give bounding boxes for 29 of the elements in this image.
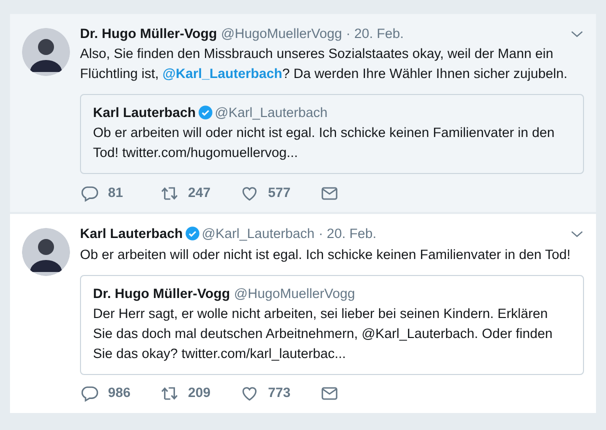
user-name[interactable]: Dr. Hugo Müller-Vogg xyxy=(93,284,230,304)
reply-icon[interactable] xyxy=(80,384,99,403)
reply-icon[interactable] xyxy=(80,184,99,203)
reply-count: 81 xyxy=(108,184,124,202)
retweet-count: 247 xyxy=(188,184,211,202)
like-icon[interactable] xyxy=(240,384,259,403)
user-name[interactable]: Karl Lauterbach xyxy=(93,103,196,124)
timestamp[interactable]: · 20. Feb. xyxy=(346,24,404,44)
retweet-icon[interactable] xyxy=(160,384,179,403)
avatar xyxy=(22,228,70,276)
like-count: 577 xyxy=(268,184,291,202)
user-handle: @HugoMuellerVogg xyxy=(221,25,342,43)
timestamp[interactable]: · 20. Feb. xyxy=(318,224,376,244)
retweet-count: 209 xyxy=(188,384,211,402)
tweet-text: Also, Sie finden den Missbrauch unseres Sozialstaates okay, weil der Mann ein Flüchtling ist, @Karl_Lauterbach? Da werden Ihre Wähler Ihnen sicher zujubeln. xyxy=(80,45,568,84)
quoted-tweet-text: Ob er arbeiten will oder nicht ist egal. Ich schicke keinen Familienvater in den Tod! twitter.com/hugomuellervog... xyxy=(93,124,556,162)
user-name[interactable]: Dr. Hugo Müller-Vogg xyxy=(80,24,217,44)
user-handle: @HugoMuellerVogg xyxy=(234,284,356,303)
quoted-tweet[interactable]: Karl Lauterbach @Karl_Lauterbach Ob er arbeiten will oder nicht ist egal. Ich schicke keinen Familienvater in den Tod! twitter.com/hugomuellervog... xyxy=(80,94,584,174)
message-icon[interactable] xyxy=(320,384,339,403)
reply-count: 986 xyxy=(108,384,131,402)
user-name[interactable]: Karl Lauterbach xyxy=(80,224,183,244)
user-handle: @Karl_Lauterbach xyxy=(214,104,328,122)
avatar xyxy=(22,28,70,76)
like-count: 773 xyxy=(268,384,291,402)
quoted-tweet-text: Der Herr sagt, er wolle nicht arbeiten, sei lieber bei seinen Kindern. Erklären Sie das doch mal deutschen Arbeitnehmern, @Karl_Lauterbach. Oder finden Sie das okay? twitter.com/karl_lauterbac... xyxy=(93,304,554,363)
tweet-text: Ob er arbeiten will oder nicht ist egal. Ich schicke keinen Familienvater in den Tod! xyxy=(80,246,572,264)
quoted-tweet[interactable] xyxy=(80,274,584,374)
user-handle: @Karl_Lauterbach xyxy=(202,225,315,244)
